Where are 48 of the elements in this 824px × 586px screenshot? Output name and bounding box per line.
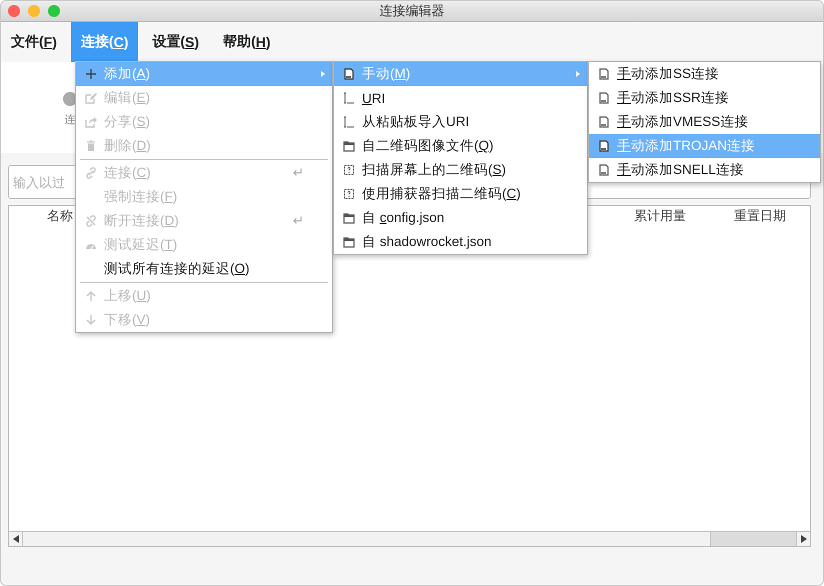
document-icon bbox=[598, 116, 610, 128]
menu-item[interactable]: 扫描屏幕上的二维码(S) bbox=[334, 158, 587, 182]
trash-icon bbox=[85, 140, 97, 152]
down-arrow-icon bbox=[85, 314, 97, 326]
folder-icon bbox=[343, 236, 355, 248]
plus-icon bbox=[85, 68, 97, 80]
window-control[interactable] bbox=[8, 5, 20, 17]
document-icon bbox=[343, 68, 355, 80]
column-header[interactable]: 重置日期 bbox=[710, 207, 810, 225]
folder-icon bbox=[343, 140, 355, 152]
window-title: 连接编辑器 bbox=[380, 2, 444, 20]
bracket-icon bbox=[343, 92, 355, 104]
menu-item[interactable]: 手动添加SNELL连接 bbox=[589, 158, 820, 182]
window-control[interactable] bbox=[28, 5, 40, 17]
menu-item[interactable]: 从粘贴板导入URI bbox=[334, 110, 587, 134]
menu-item[interactable]: 使用捕获器扫描二维码(C) bbox=[334, 182, 587, 206]
document-icon bbox=[598, 68, 610, 80]
menu-bar-item[interactable]: 设置(S) bbox=[142, 22, 210, 62]
document-icon bbox=[598, 140, 610, 152]
menu-item[interactable]: 手动添加VMESS连接 bbox=[589, 110, 820, 134]
menu-item[interactable]: URI bbox=[334, 86, 587, 110]
bracket-icon bbox=[343, 116, 355, 128]
folder-icon bbox=[343, 212, 355, 224]
up-arrow-icon bbox=[85, 290, 97, 302]
share-icon bbox=[85, 116, 97, 128]
qr-code-icon bbox=[343, 164, 355, 176]
menu-item[interactable]: 测试所有连接的延迟(O) bbox=[76, 257, 332, 281]
link-icon bbox=[85, 167, 97, 179]
menu-item[interactable]: 自 config.json bbox=[334, 206, 587, 230]
menu-item[interactable]: 自 shadowrocket.json bbox=[334, 230, 587, 254]
qr-code-icon bbox=[343, 188, 355, 200]
window-control[interactable] bbox=[48, 5, 60, 17]
toolbar-label[interactable]: 连 bbox=[64, 112, 76, 127]
menu-bar-item[interactable]: 文件(F) bbox=[1, 22, 67, 62]
shortcut-label: ↵ bbox=[292, 165, 304, 181]
document-icon bbox=[598, 164, 610, 176]
document-icon bbox=[598, 92, 610, 104]
menu-item[interactable]: 手动添加SS连接 bbox=[589, 62, 820, 86]
edit-icon bbox=[85, 92, 97, 104]
unlink-icon bbox=[85, 215, 97, 227]
menu-bar-item[interactable]: 帮助(H) bbox=[213, 22, 281, 62]
menu-item[interactable]: 自二维码图像文件(Q) bbox=[334, 134, 587, 158]
scroll-right-icon[interactable] bbox=[800, 535, 806, 543]
column-header[interactable]: 累计用量 bbox=[610, 207, 710, 225]
horizontal-scrollbar[interactable] bbox=[9, 531, 810, 546]
scroll-left-icon[interactable] bbox=[12, 535, 18, 543]
menu-item[interactable]: 手动添加SSR连接 bbox=[589, 86, 820, 110]
shortcut-label: ↵ bbox=[292, 213, 304, 229]
